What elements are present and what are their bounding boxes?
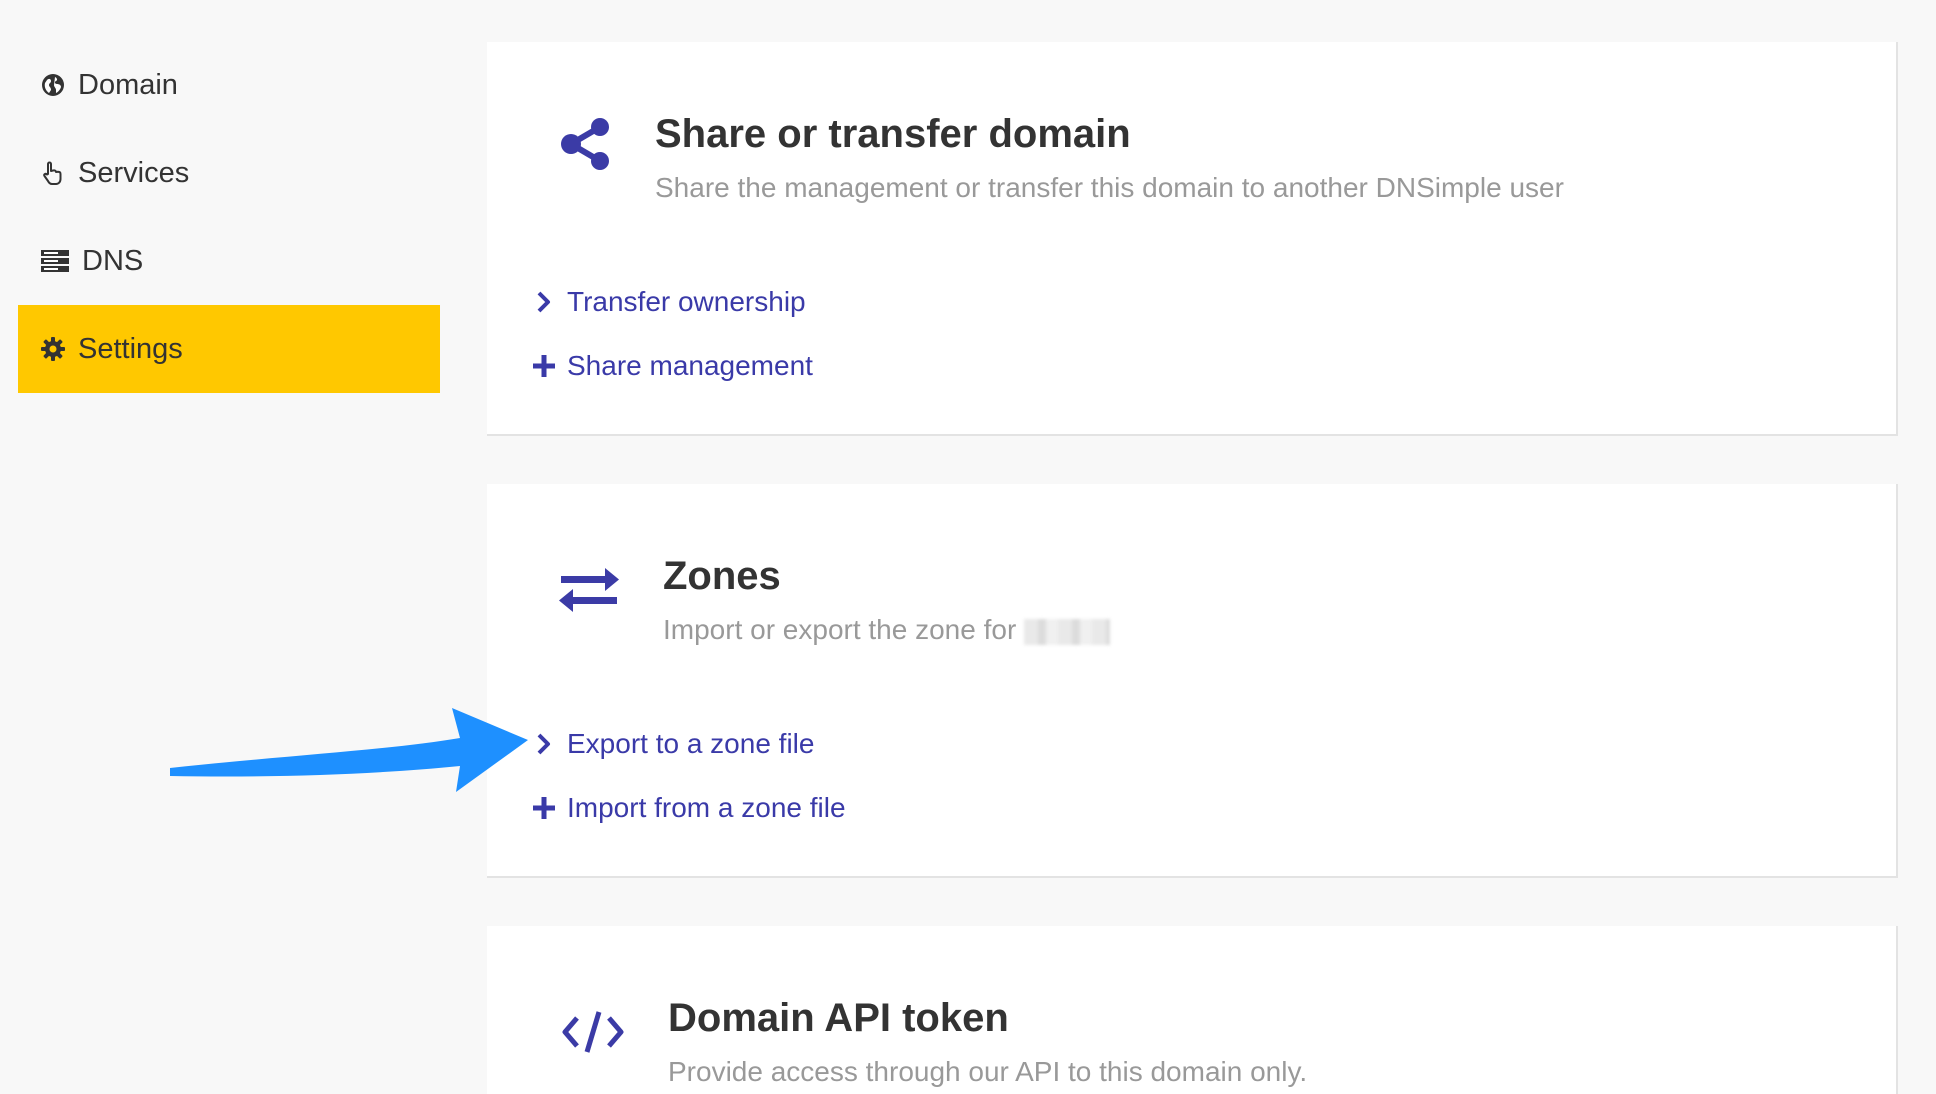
plus-icon — [533, 353, 555, 379]
server-icon — [40, 248, 70, 274]
link-label: Export to a zone file — [567, 728, 815, 759]
globe-icon — [40, 72, 66, 98]
redacted-domain-name — [1024, 618, 1111, 645]
card-description: Share the management or transfer this do… — [655, 172, 1564, 203]
sidebar-item-settings[interactable]: Settings — [18, 305, 440, 393]
link-label: Share management — [567, 350, 813, 381]
chevron-right-icon — [533, 289, 555, 315]
sidebar-item-label: Domain — [78, 68, 178, 101]
link-label: Transfer ownership — [567, 286, 806, 317]
share-icon — [559, 117, 613, 176]
import-zone-file-link[interactable]: Import from a zone file — [533, 792, 846, 824]
api-token-card: Domain API token Provide access through … — [487, 926, 1898, 1094]
sidebar-item-domain[interactable]: Domain — [18, 41, 440, 129]
exchange-arrows-icon — [557, 566, 621, 619]
sidebar-nav: Domain Services DNS Settings — [18, 41, 440, 393]
gear-icon — [40, 336, 66, 362]
card-title: Domain API token — [668, 996, 1009, 1040]
sidebar-item-label: DNS — [82, 244, 144, 277]
share-management-link[interactable]: Share management — [533, 350, 813, 382]
description-text: Import or export the zone for — [663, 614, 1017, 645]
sidebar-item-label: Settings — [78, 332, 183, 365]
sidebar-item-dns[interactable]: DNS — [18, 217, 440, 305]
card-title: Zones — [663, 554, 781, 598]
card-description: Import or export the zone for — [663, 614, 1111, 646]
annotation-arrow — [170, 708, 528, 792]
card-description: Provide access through our API to this d… — [668, 1056, 1308, 1087]
zones-card: Zones Import or export the zone for Expo… — [487, 484, 1898, 878]
code-icon — [561, 1008, 625, 1061]
sidebar-item-services[interactable]: Services — [18, 129, 440, 217]
export-zone-file-link[interactable]: Export to a zone file — [533, 728, 814, 760]
share-transfer-card: Share or transfer domain Share the manag… — [487, 42, 1898, 436]
transfer-ownership-link[interactable]: Transfer ownership — [533, 286, 806, 318]
card-title: Share or transfer domain — [655, 112, 1131, 156]
page: Domain Services DNS Settings Share or tr… — [0, 0, 1936, 1094]
hand-pointer-icon — [40, 160, 66, 186]
sidebar-item-label: Services — [78, 156, 190, 189]
link-label: Import from a zone file — [567, 792, 846, 823]
